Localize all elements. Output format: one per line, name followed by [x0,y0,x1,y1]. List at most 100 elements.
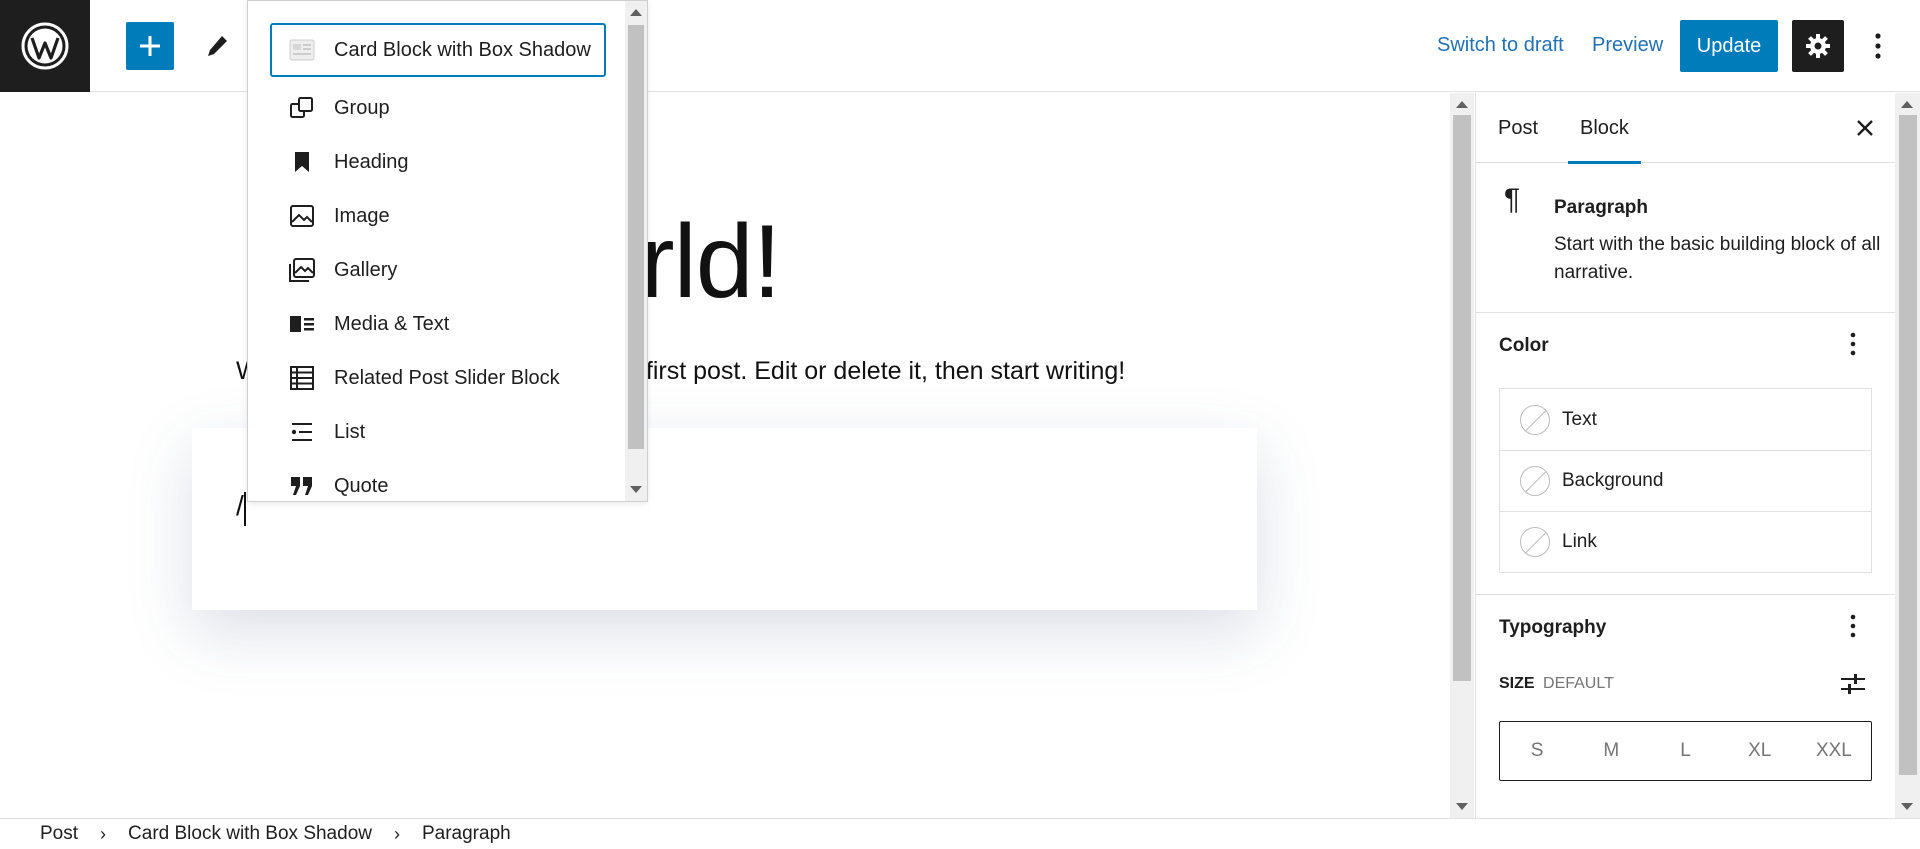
scroll-down-arrow-icon[interactable] [630,486,642,493]
scroll-up-arrow-icon[interactable] [1901,101,1913,108]
breadcrumb-item-post[interactable]: Post [40,823,78,845]
inserter-item-gallery[interactable]: Gallery [270,243,606,297]
tab-block[interactable]: Block [1568,93,1641,164]
toggle-block-inserter-button[interactable] [126,22,174,70]
text-cursor [244,492,246,526]
gear-icon [1806,34,1830,58]
table-icon [288,364,316,392]
inserter-item-related-post-slider[interactable]: Related Post Slider Block [270,351,606,405]
typography-options-button[interactable] [1838,611,1868,641]
sidebar-tabs: Post Block [1476,93,1895,164]
wordpress-logo-icon [21,22,69,70]
image-icon [288,202,316,230]
canvas-scrollbar[interactable] [1450,93,1474,818]
card-block-icon [288,36,316,64]
inserter-item-label: Media & Text [334,312,450,335]
font-size-option-s[interactable]: S [1500,740,1574,762]
sidebar-scrollbar-thumb[interactable] [1899,115,1917,775]
breadcrumb-item-card-block[interactable]: Card Block with Box Shadow [128,823,372,845]
tools-button[interactable] [194,22,242,70]
inserter-item-card-block[interactable]: Card Block with Box Shadow [270,23,606,77]
typography-panel-title: Typography [1499,617,1607,638]
media-text-icon [288,310,316,338]
settings-sidebar: Post Block ¶ Paragraph Start with the ba… [1475,93,1895,818]
group-icon [288,94,316,122]
inserter-item-label: Group [334,96,390,119]
empty-swatch-icon [1520,527,1550,557]
block-card: ¶ Paragraph Start with the basic buildin… [1476,163,1895,313]
color-settings-list: Text Background Link [1499,388,1872,573]
pencil-icon [208,36,227,56]
switch-to-draft-button[interactable]: Switch to draft [1437,34,1564,57]
color-item-background[interactable]: Background [1500,450,1871,511]
scroll-down-arrow-icon[interactable] [1456,803,1468,810]
color-item-label: Background [1562,470,1664,491]
slash-inserter-popover: Card Block with Box Shadow Group Heading… [247,0,648,502]
inserter-item-quote[interactable]: Quote [270,459,606,501]
empty-swatch-icon [1520,404,1550,435]
sidebar-scrollbar[interactable] [1895,93,1920,818]
plus-icon [140,36,160,56]
inserter-item-label: Quote [334,474,389,497]
editor-canvas[interactable]: rld! Welcome to WordPress. This is your … [0,93,1450,818]
color-item-label: Text [1562,408,1597,430]
preview-button[interactable]: Preview [1592,34,1663,57]
settings-button[interactable] [1792,20,1844,72]
empty-swatch-icon [1520,466,1550,496]
font-size-option-xxl[interactable]: XXL [1797,740,1871,762]
inserter-item-image[interactable]: Image [270,189,606,243]
heading-bookmark-icon [288,148,316,176]
paragraph-end-text: first post. Edit or delete it, then star… [645,357,1126,385]
font-size-label: SIZE DEFAULT [1499,675,1614,693]
color-panel: Color Text Background Link [1476,313,1895,595]
color-item-text[interactable]: Text [1500,389,1871,450]
font-size-option-l[interactable]: L [1648,740,1722,762]
paragraph-icon: ¶ [1504,183,1521,216]
inserter-item-heading[interactable]: Heading [270,135,606,189]
block-description: Start with the basic building block of a… [1554,234,1881,283]
inserter-item-list[interactable]: List [270,405,606,459]
font-size-option-xl[interactable]: XL [1723,740,1797,762]
color-item-label: Link [1562,531,1597,552]
close-sidebar-button[interactable] [1848,111,1882,145]
breadcrumb-item-paragraph: Paragraph [421,823,511,844]
font-size-value: DEFAULT [1543,675,1614,692]
more-vertical-icon [1850,332,1856,356]
block-breadcrumb: Post › Card Block with Box Shadow › Para… [0,818,1920,849]
chevron-right-icon: › [393,823,400,844]
font-size-picker: S M L XL XXL [1499,721,1872,781]
scroll-up-arrow-icon[interactable] [1456,101,1468,108]
tab-post[interactable]: Post [1498,93,1538,163]
inserter-item-label: Image [334,204,390,227]
inserter-item-media-text[interactable]: Media & Text [270,297,606,351]
post-title[interactable]: rld! [640,203,781,322]
canvas-scrollbar-thumb[interactable] [1453,115,1471,681]
custom-size-button[interactable] [1838,669,1868,699]
sliders-icon [1841,674,1865,694]
inserter-scrollbar[interactable] [625,1,647,501]
inserter-item-label: List [334,420,366,443]
list-icon [288,418,316,446]
wordpress-logo-button[interactable] [0,0,90,92]
inserter-item-label: Related Post Slider Block [334,366,560,389]
options-menu-button[interactable] [1862,26,1894,66]
slash-command-text[interactable]: / [236,490,244,522]
inserter-item-group[interactable]: Group [270,81,606,135]
color-item-link[interactable]: Link [1500,511,1871,572]
close-icon [1857,120,1873,136]
gallery-icon [288,256,316,284]
quote-icon [288,472,316,500]
inserter-scrollbar-thumb[interactable] [628,25,644,449]
color-options-button[interactable] [1838,329,1868,359]
inserter-item-label: Card Block with Box Shadow [334,38,591,61]
scroll-up-arrow-icon[interactable] [630,9,642,16]
typography-panel: Typography SIZE DEFAULT S M L XL XXL [1476,595,1895,818]
color-panel-title: Color [1499,335,1549,356]
inserter-item-label: Heading [334,150,409,173]
more-vertical-icon [1850,614,1856,638]
update-button[interactable]: Update [1680,20,1778,72]
scroll-down-arrow-icon[interactable] [1901,803,1913,810]
block-name: Paragraph [1554,197,1648,218]
font-size-option-m[interactable]: M [1574,740,1648,762]
more-vertical-icon [1875,33,1881,59]
